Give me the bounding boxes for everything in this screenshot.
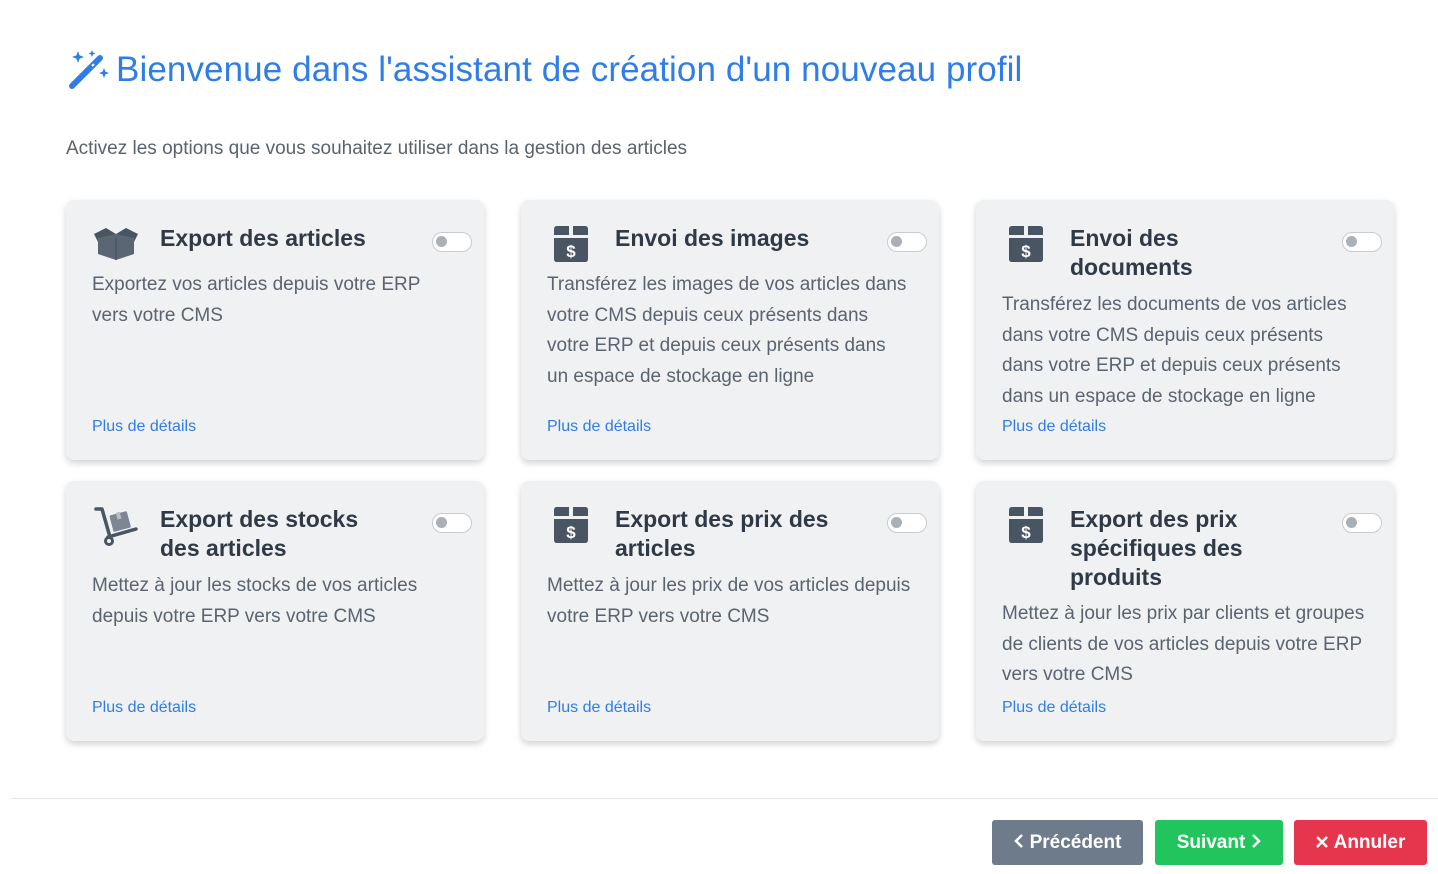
option-card-envoi-images: $ Envoi des images Transférez les images… bbox=[521, 200, 939, 460]
card-description: Transférez les documents de vos articles… bbox=[1002, 294, 1347, 407]
page-header: Bienvenue dans l'assistant de création d… bbox=[66, 48, 1022, 92]
dollar-box-icon: $ bbox=[547, 224, 595, 264]
toggle-knob bbox=[436, 236, 447, 247]
toggle-knob bbox=[436, 517, 447, 528]
page-subtitle: Activez les options que vous souhaitez u… bbox=[66, 138, 688, 159]
page-title: Bienvenue dans l'assistant de création d… bbox=[116, 50, 1023, 89]
previous-button-label: Précédent bbox=[1029, 831, 1122, 853]
details-link[interactable]: Plus de détails bbox=[547, 418, 651, 436]
option-toggle[interactable] bbox=[887, 513, 927, 533]
option-card-export-articles: Export des articles Exportez vos article… bbox=[66, 200, 484, 460]
cancel-button-label: Annuler bbox=[1333, 831, 1406, 853]
toggle-knob bbox=[1346, 236, 1357, 247]
svg-text:$: $ bbox=[566, 523, 576, 542]
svg-text:$: $ bbox=[1021, 523, 1031, 542]
next-button[interactable]: Suivant bbox=[1155, 820, 1283, 865]
card-title: Envoi des documents bbox=[1070, 225, 1193, 280]
option-toggle[interactable] bbox=[1342, 513, 1382, 533]
option-toggle[interactable] bbox=[432, 513, 472, 533]
card-description: Transférez les images de vos articles da… bbox=[547, 274, 907, 387]
footer-divider bbox=[10, 798, 1438, 799]
card-title: Export des prix des articles bbox=[615, 506, 829, 561]
svg-text:$: $ bbox=[566, 242, 576, 261]
card-title: Envoi des images bbox=[615, 225, 810, 251]
close-icon bbox=[1315, 832, 1328, 854]
open-box-icon bbox=[92, 224, 140, 264]
option-toggle[interactable] bbox=[1342, 232, 1382, 252]
details-link[interactable]: Plus de détails bbox=[547, 699, 651, 717]
details-link[interactable]: Plus de détails bbox=[1002, 418, 1106, 436]
magic-wand-icon bbox=[66, 48, 110, 92]
details-link[interactable]: Plus de détails bbox=[92, 699, 196, 717]
chevron-left-icon bbox=[1013, 832, 1024, 854]
option-card-export-prix: $ Export des prix des articles Mettez à … bbox=[521, 481, 939, 741]
hand-truck-icon bbox=[92, 505, 140, 546]
chevron-right-icon bbox=[1251, 832, 1262, 854]
option-card-export-stocks: Export des stocks des articles Mettez à … bbox=[66, 481, 484, 741]
card-title: Export des articles bbox=[160, 225, 366, 251]
card-description: Mettez à jour les stocks de vos articles… bbox=[92, 575, 418, 627]
option-card-export-prix-specifiques: $ Export des prix spécifiques des produi… bbox=[976, 481, 1394, 741]
option-toggle[interactable] bbox=[432, 232, 472, 252]
toggle-knob bbox=[891, 517, 902, 528]
previous-button[interactable]: Précédent bbox=[992, 820, 1143, 865]
card-title: Export des prix spécifiques des produits bbox=[1070, 506, 1243, 590]
svg-text:$: $ bbox=[1021, 242, 1031, 261]
option-card-envoi-documents: $ Envoi des documents Transférez les doc… bbox=[976, 200, 1394, 460]
card-description: Mettez à jour les prix de vos articles d… bbox=[547, 575, 911, 627]
details-link[interactable]: Plus de détails bbox=[92, 418, 196, 436]
toggle-knob bbox=[891, 236, 902, 247]
cancel-button[interactable]: Annuler bbox=[1294, 820, 1427, 865]
card-description: Mettez à jour les prix par clients et gr… bbox=[1002, 603, 1365, 685]
details-link[interactable]: Plus de détails bbox=[1002, 699, 1106, 717]
toggle-knob bbox=[1346, 517, 1357, 528]
option-toggle[interactable] bbox=[887, 232, 927, 252]
dollar-box-icon: $ bbox=[1002, 505, 1050, 545]
card-description: Exportez vos articles depuis votre ERP v… bbox=[92, 274, 421, 326]
dollar-box-icon: $ bbox=[1002, 224, 1050, 264]
card-title: Export des stocks des articles bbox=[160, 506, 359, 561]
dollar-box-icon: $ bbox=[547, 505, 595, 545]
wizard-page: Bienvenue dans l'assistant de création d… bbox=[0, 0, 1438, 874]
next-button-label: Suivant bbox=[1176, 831, 1246, 853]
options-grid: Export des articles Exportez vos article… bbox=[66, 200, 1394, 741]
